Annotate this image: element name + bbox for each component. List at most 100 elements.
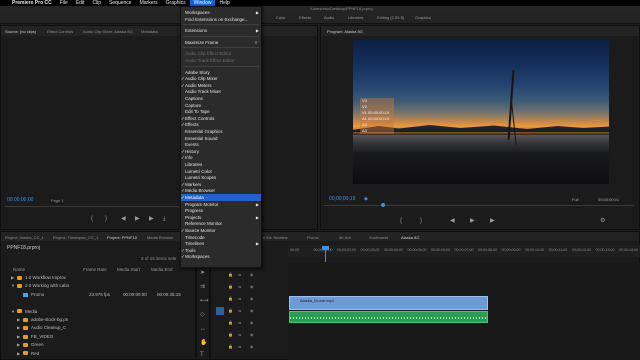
program-marker-icon[interactable]: ◆	[364, 196, 368, 202]
mark-out-icon[interactable]: }	[105, 216, 107, 222]
project-item[interactable]: ▶ Red	[17, 350, 203, 358]
workspace-effects[interactable]: Effects	[299, 15, 311, 20]
lock-icon[interactable]: 🔒	[228, 344, 233, 349]
source-scrub-bar[interactable]	[5, 206, 179, 207]
eye-icon[interactable]: ◉	[250, 308, 254, 313]
window-menu-item-workspaces[interactable]: ✓ Workspaces	[181, 253, 261, 260]
window-menu-item-find-extensions-on-exchange[interactable]: Find Extensions on Exchange...	[181, 16, 261, 23]
column-media-end[interactable]: Media End	[151, 267, 173, 272]
menu-item-label: Workspaces	[185, 254, 210, 260]
project-item[interactable]: Promo 23.976 fps 00:00:00:00 00:00:35:15	[17, 291, 203, 299]
menu-item-label: History	[185, 148, 200, 154]
type-tool-icon[interactable]: T	[200, 352, 204, 358]
sync-icon[interactable]: ⇆	[238, 284, 241, 289]
column-media-start[interactable]: Media Start	[117, 267, 140, 272]
folder-icon	[23, 334, 28, 339]
timeline-tab-alaska[interactable]: Alaska 8G	[401, 235, 419, 240]
video-clip[interactable]: Alaska_Drone.mp4	[289, 296, 488, 310]
project-item[interactable]: ▶ Green	[17, 341, 203, 349]
program-mark-out-icon[interactable]: }	[420, 218, 422, 224]
tab-program[interactable]: Program: Alaska 8G	[327, 29, 363, 34]
play-icon[interactable]: ▶	[135, 216, 140, 222]
program-playhead[interactable]	[381, 203, 385, 207]
window-menu-item-maximize-frame[interactable]: Maximize Frame ⇧`	[181, 39, 261, 46]
tab-project-ppnf18[interactable]: Project: PPNF18	[107, 235, 137, 240]
mark-in-icon[interactable]: {	[91, 216, 93, 222]
timeline-tab-1[interactable]: e the Timeline	[263, 235, 288, 240]
slip-tool-icon[interactable]: ↔	[200, 326, 206, 332]
menu-item-label: Effects	[185, 122, 199, 128]
source-timecode[interactable]: 00;00;00;00	[7, 197, 33, 203]
timeline-ruler[interactable]: 00;00 00;00;01;00 00;00;02;00 00;00;03;00 00…	[288, 245, 640, 257]
project-item[interactable]: ▼ 2.0 Working with Labs	[11, 282, 197, 290]
step-back-icon[interactable]: ◀	[121, 216, 126, 222]
lock-icon[interactable]: 🔒	[228, 332, 233, 337]
program-play-icon[interactable]: ▶	[470, 218, 475, 224]
timeline-tab-5k-arri[interactable]: 5K Arri	[339, 235, 351, 240]
sync-icon[interactable]: ⇆	[238, 332, 241, 337]
window-menu-item-extensions[interactable]: Extensions ▶	[181, 27, 261, 34]
project-panel: Project: Alaska_CC_1 Project: Timelapse_…	[0, 231, 196, 360]
workspace-audio[interactable]: Audio	[324, 15, 334, 20]
ripple-edit-icon[interactable]: ⟷	[200, 298, 209, 304]
tab-media-browser[interactable]: Media Browser	[147, 235, 174, 240]
audio-clip[interactable]	[289, 311, 488, 323]
program-scrub-bar[interactable]	[324, 205, 634, 206]
lock-icon[interactable]: 🔒	[228, 284, 233, 289]
tab-metadata[interactable]: Metadata	[141, 29, 158, 34]
lock-icon[interactable]: 🔒	[228, 320, 233, 325]
selection-tool-icon[interactable]: ➤	[200, 270, 205, 276]
workspace-editing[interactable]: Editing (CS5.5)	[377, 15, 404, 20]
program-step-back-icon[interactable]: ◀	[450, 218, 455, 224]
program-step-forward-icon[interactable]: ▶	[490, 218, 495, 224]
timeline-tab-promo[interactable]: Promo	[307, 235, 319, 240]
program-timecode[interactable]: 00;00;00;19	[329, 196, 355, 202]
eye-icon[interactable]: ◉	[250, 320, 254, 325]
tab-effect-controls[interactable]: Effect Controls	[47, 29, 73, 34]
timeline-tab-southwest[interactable]: Southwest	[369, 235, 388, 240]
program-settings-icon[interactable]: ⚙	[600, 218, 605, 224]
sync-icon[interactable]: ⇆	[238, 320, 241, 325]
track-select-icon[interactable]: ⇉	[200, 284, 205, 290]
razor-tool-icon[interactable]: ◇	[200, 312, 205, 318]
step-forward-icon[interactable]: ▶	[149, 216, 154, 222]
sync-icon[interactable]: ⇆	[238, 272, 241, 277]
sync-icon[interactable]: ⇆	[238, 344, 241, 349]
workspace-libraries[interactable]: Libraries	[348, 15, 363, 20]
track-target-toggle[interactable]	[216, 307, 224, 315]
program-mark-in-icon[interactable]: {	[400, 218, 402, 224]
project-item[interactable]: ▶ Audio Cleanup_C	[17, 324, 203, 332]
eye-icon[interactable]: ◉	[250, 272, 254, 277]
window-menu-item-audio-track-effect-editor: Audio Track Effect Editor	[181, 57, 261, 64]
hand-tool-icon[interactable]: ✋	[200, 340, 207, 346]
sequence-icon	[23, 292, 28, 297]
tab-project-timelapse[interactable]: Project: Timelapse_CC_1	[53, 235, 98, 240]
column-name[interactable]: Name	[13, 267, 25, 272]
column-frame-rate[interactable]: Frame Rate	[83, 267, 107, 272]
workspace-color[interactable]: Color	[276, 15, 286, 20]
fit-select[interactable]: Full	[572, 197, 578, 202]
menu-item-label: Program Monitor	[185, 201, 219, 207]
tab-project-alaska[interactable]: Project: Alaska_CC_1	[5, 235, 44, 240]
lock-icon[interactable]: 🔒	[228, 308, 233, 313]
lock-icon[interactable]: 🔒	[228, 296, 233, 301]
project-item[interactable]: ▶ adobe-stock-bg.pn	[17, 316, 203, 324]
sync-icon[interactable]: ⇆	[238, 296, 241, 301]
project-item[interactable]: ▶ FB_VIDEO	[17, 333, 203, 341]
eye-icon[interactable]: ◉	[250, 284, 254, 289]
eye-icon[interactable]: ◉	[250, 332, 254, 337]
workspace-graphics[interactable]: Graphics	[415, 15, 431, 20]
project-item[interactable]: ▼ Media	[11, 308, 197, 316]
playhead-handle[interactable]	[322, 246, 329, 250]
project-item[interactable]: ▶ 1.0 Workflow Improv	[11, 274, 197, 282]
source-page-select[interactable]: Page 1	[51, 198, 64, 203]
eye-icon[interactable]: ◉	[250, 296, 254, 301]
tab-audio-clip-mixer[interactable]: Audio Clip Mixer: Alaska 8G	[83, 29, 133, 34]
eye-icon[interactable]: ◉	[250, 344, 254, 349]
tab-source[interactable]: Source: (no clips)	[5, 29, 36, 34]
sync-icon[interactable]: ⇆	[238, 308, 241, 313]
project-item-start: 00:00:00:00	[123, 291, 147, 297]
track-header: 🔒 ⇆ ◉	[210, 294, 288, 304]
lock-icon[interactable]: 🔒	[228, 272, 233, 277]
insert-icon[interactable]: ⤓	[163, 216, 166, 222]
